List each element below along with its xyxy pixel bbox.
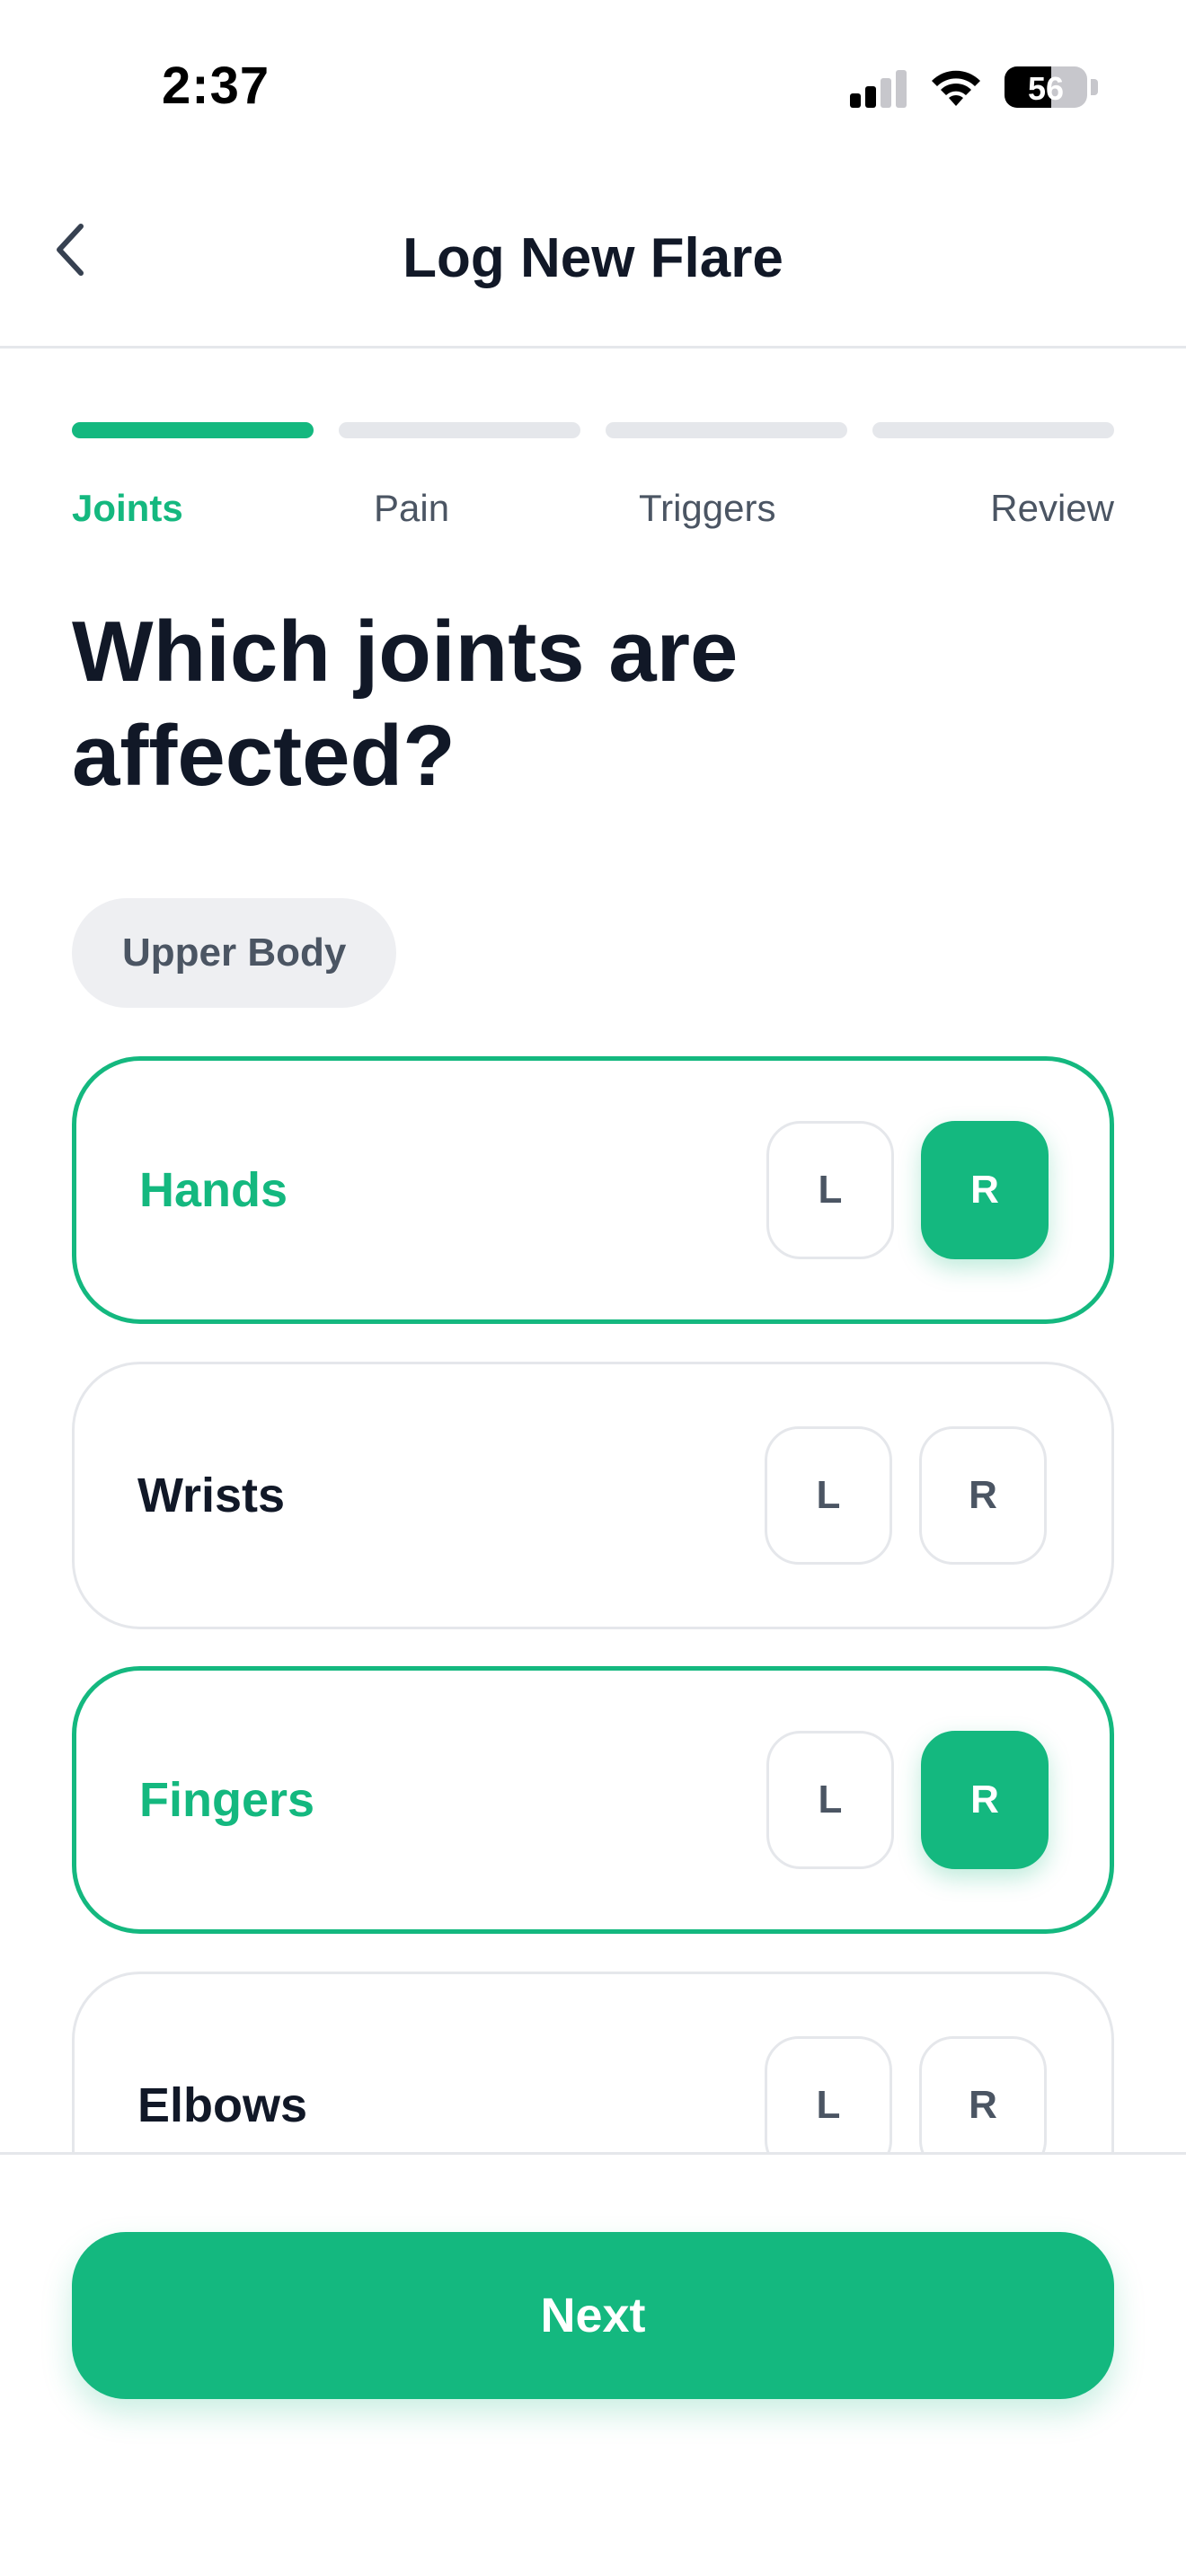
status-bar: 2:37 56: [0, 0, 1186, 171]
joint-list: Hands L R Wrists L R Fingers L R Elbows …: [72, 1056, 1114, 2152]
joint-name: Fingers: [139, 1773, 315, 1827]
step-label-review: Review: [990, 487, 1114, 529]
joint-card-hands[interactable]: Hands L R: [72, 1056, 1114, 1324]
battery-icon: 56: [1005, 66, 1087, 108]
battery-cap: [1091, 79, 1098, 95]
joint-card-elbows[interactable]: Elbows L R: [72, 1972, 1114, 2152]
step-label-joints: Joints: [72, 487, 183, 529]
hands-right-button[interactable]: R: [921, 1121, 1049, 1259]
step-label-pain: Pain: [374, 487, 450, 529]
elbows-left-button[interactable]: L: [765, 2036, 892, 2152]
question-heading: Which joints are affected?: [72, 604, 739, 804]
joint-name: Elbows: [137, 2078, 308, 2132]
joint-card-fingers[interactable]: Fingers L R: [72, 1666, 1114, 1934]
step-label-triggers: Triggers: [639, 487, 776, 529]
joint-card-wrists[interactable]: Wrists L R: [72, 1362, 1114, 1629]
section-chip-upper-body: Upper Body: [72, 898, 397, 1008]
nav-header: Log New Flare: [0, 171, 1186, 348]
fingers-left-button[interactable]: L: [766, 1731, 894, 1869]
progress-stepper: Joints Pain Triggers Review: [72, 422, 1114, 541]
joint-name: Wrists: [137, 1469, 286, 1522]
next-button[interactable]: Next: [72, 2232, 1114, 2399]
hands-left-button[interactable]: L: [766, 1121, 894, 1259]
step-bar-joints: [72, 422, 314, 438]
cellular-signal-icon: [850, 70, 907, 108]
wrists-left-button[interactable]: L: [765, 1426, 892, 1565]
wrists-right-button[interactable]: R: [919, 1426, 1047, 1565]
step-bar-pain: [339, 422, 580, 438]
wifi-icon: [929, 66, 983, 108]
status-time: 2:37: [162, 57, 270, 115]
elbows-right-button[interactable]: R: [919, 2036, 1047, 2152]
footer: Next: [0, 2152, 1186, 2576]
joint-name: Hands: [139, 1163, 288, 1217]
step-bar-triggers: [606, 422, 847, 438]
step-bar-review: [872, 422, 1114, 438]
page-title: Log New Flare: [403, 227, 783, 289]
battery-level: 56: [1027, 70, 1065, 107]
step-bars: [72, 422, 1114, 438]
fingers-right-button[interactable]: R: [921, 1731, 1049, 1869]
step-labels: Joints Pain Triggers Review: [72, 487, 1114, 541]
